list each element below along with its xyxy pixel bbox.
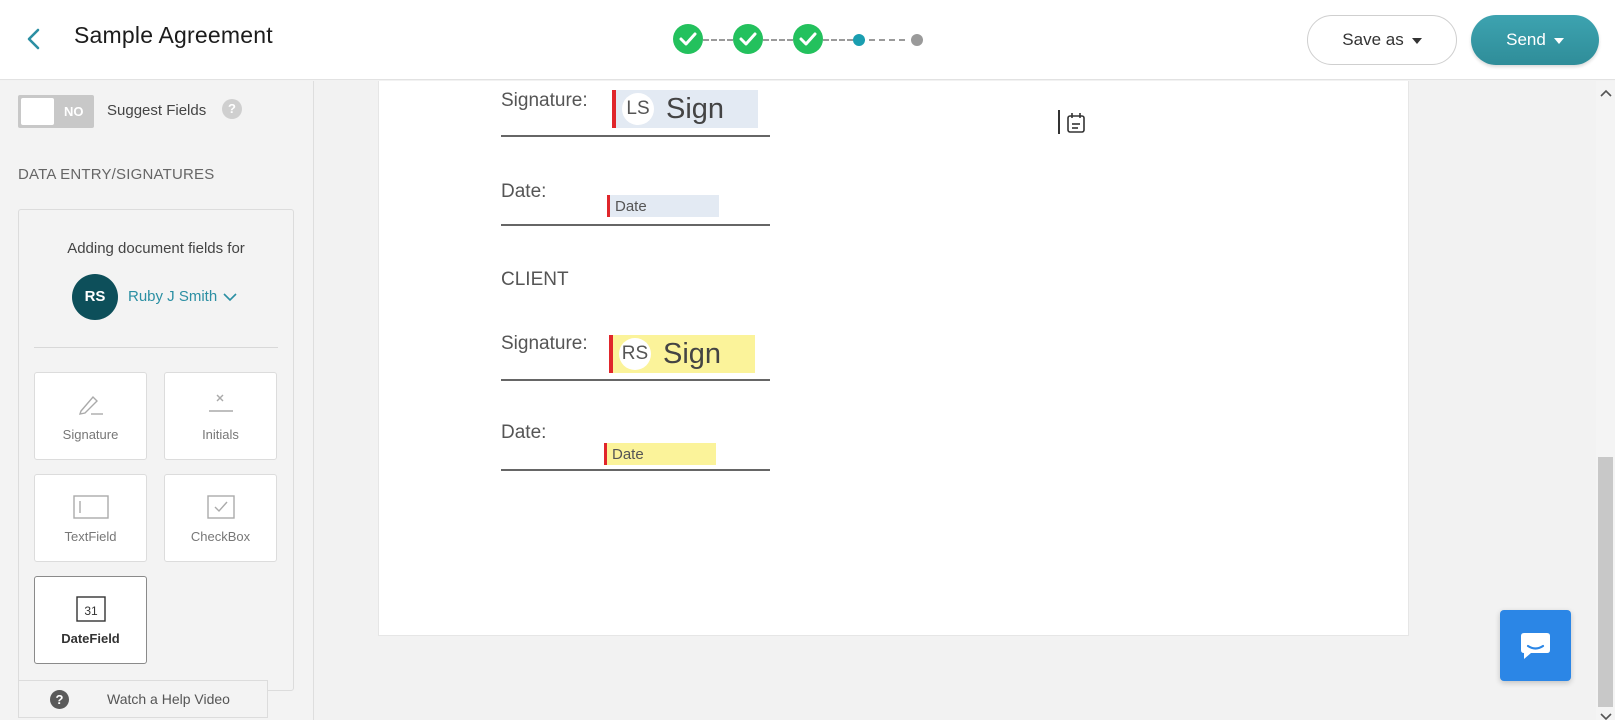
signature-line — [501, 379, 770, 381]
help-circle-icon: ? — [50, 690, 69, 709]
signature-field-label: Signature — [62, 427, 119, 442]
top-bar: Sample Agreement Save as Send — [0, 0, 1615, 80]
document-title: Sample Agreement — [74, 22, 273, 48]
client-date-label: Date: — [501, 422, 547, 443]
recipient-name: Ruby J Smith — [128, 288, 218, 305]
save-as-button[interactable]: Save as — [1307, 15, 1457, 65]
textfield-icon — [35, 493, 146, 521]
send-label: Send — [1506, 30, 1546, 49]
checkbox-icon — [165, 493, 276, 521]
checkbox-field-button[interactable]: CheckBox — [164, 474, 277, 562]
chat-bubble-icon — [1521, 633, 1550, 659]
fields-panel: Adding document fields for RS Ruby J Smi… — [18, 209, 294, 691]
avatar: RS — [72, 274, 118, 320]
watch-help-video-link[interactable]: ? Watch a Help Video — [18, 680, 268, 718]
toggle-knob — [21, 98, 54, 125]
chat-button[interactable] — [1500, 610, 1571, 681]
divider — [34, 347, 278, 348]
date-line — [501, 224, 770, 226]
chevron-left-icon — [27, 28, 40, 50]
check-icon — [799, 32, 817, 46]
checkbox-field-label: CheckBox — [190, 529, 251, 544]
scrollbar-thumb[interactable] — [1598, 457, 1613, 707]
calendar-day: 31 — [84, 604, 98, 618]
check-icon — [679, 32, 697, 46]
step-5-pending[interactable] — [911, 34, 923, 46]
pen-icon — [35, 391, 146, 419]
back-button[interactable] — [22, 24, 46, 54]
client-signature-label: Signature: — [501, 333, 588, 354]
initials-field-button[interactable]: Initials — [164, 372, 277, 460]
initials-icon — [165, 391, 276, 419]
client-sign-text: Sign — [663, 338, 722, 370]
step-2-complete[interactable] — [733, 24, 763, 54]
step-connector — [859, 39, 905, 41]
sender-initials-badge: LS — [622, 93, 654, 125]
step-4-current[interactable] — [853, 34, 865, 46]
scroll-down-arrow-icon[interactable] — [1600, 708, 1612, 720]
date-line — [501, 469, 770, 471]
document-page: Signature: LS Sign Date: Date CLIENT Sig… — [378, 81, 1409, 636]
sender-sign-text: Sign — [666, 93, 725, 125]
send-button[interactable]: Send — [1471, 15, 1599, 65]
save-as-label: Save as — [1342, 30, 1404, 49]
section-title: DATA ENTRY/SIGNATURES — [18, 166, 215, 183]
textfield-field-label: TextField — [64, 529, 117, 544]
sender-date-text: Date — [615, 198, 647, 215]
caret-down-icon — [1411, 37, 1422, 44]
sender-signature-field[interactable]: LS Sign — [612, 90, 758, 128]
toggle-state-label: NO — [64, 104, 84, 119]
recipient-selector[interactable]: Ruby J Smith — [128, 288, 237, 305]
client-date-text: Date — [612, 446, 644, 463]
step-connector — [763, 39, 793, 41]
suggest-fields-label: Suggest Fields — [107, 102, 207, 119]
adding-fields-label: Adding document fields for — [67, 240, 245, 257]
step-connector — [703, 39, 733, 41]
calendar-cursor-icon — [1066, 112, 1086, 139]
help-video-label: Watch a Help Video — [107, 691, 230, 707]
client-heading: CLIENT — [501, 269, 569, 290]
chevron-down-icon — [223, 292, 237, 301]
initials-field-label: Initials — [202, 427, 239, 442]
help-icon[interactable]: ? — [222, 99, 242, 119]
step-connector — [823, 39, 853, 41]
step-1-complete[interactable] — [673, 24, 703, 54]
client-date-field[interactable]: Date — [604, 443, 716, 465]
datefield-field-button[interactable]: 31 DateField — [34, 576, 147, 664]
check-icon — [739, 32, 757, 46]
textfield-field-button[interactable]: TextField — [34, 474, 147, 562]
sender-date-field[interactable]: Date — [607, 195, 719, 217]
caret-down-icon — [1553, 37, 1564, 44]
signature-line — [501, 135, 770, 137]
sender-date-label: Date: — [501, 181, 547, 202]
step-3-complete[interactable] — [793, 24, 823, 54]
field-sidebar: NO Suggest Fields ? DATA ENTRY/SIGNATURE… — [0, 81, 314, 720]
client-signature-field[interactable]: RS Sign — [609, 335, 755, 373]
client-initials-badge: RS — [619, 338, 651, 370]
datefield-field-label: DateField — [61, 631, 120, 646]
scroll-up-arrow-icon[interactable] — [1600, 84, 1612, 102]
suggest-fields-toggle[interactable]: NO — [18, 95, 94, 128]
signature-field-button[interactable]: Signature — [34, 372, 147, 460]
calendar-icon: 31 — [35, 595, 146, 623]
sender-signature-label: Signature: — [501, 90, 588, 111]
text-cursor — [1058, 110, 1060, 134]
progress-stepper — [673, 22, 943, 58]
